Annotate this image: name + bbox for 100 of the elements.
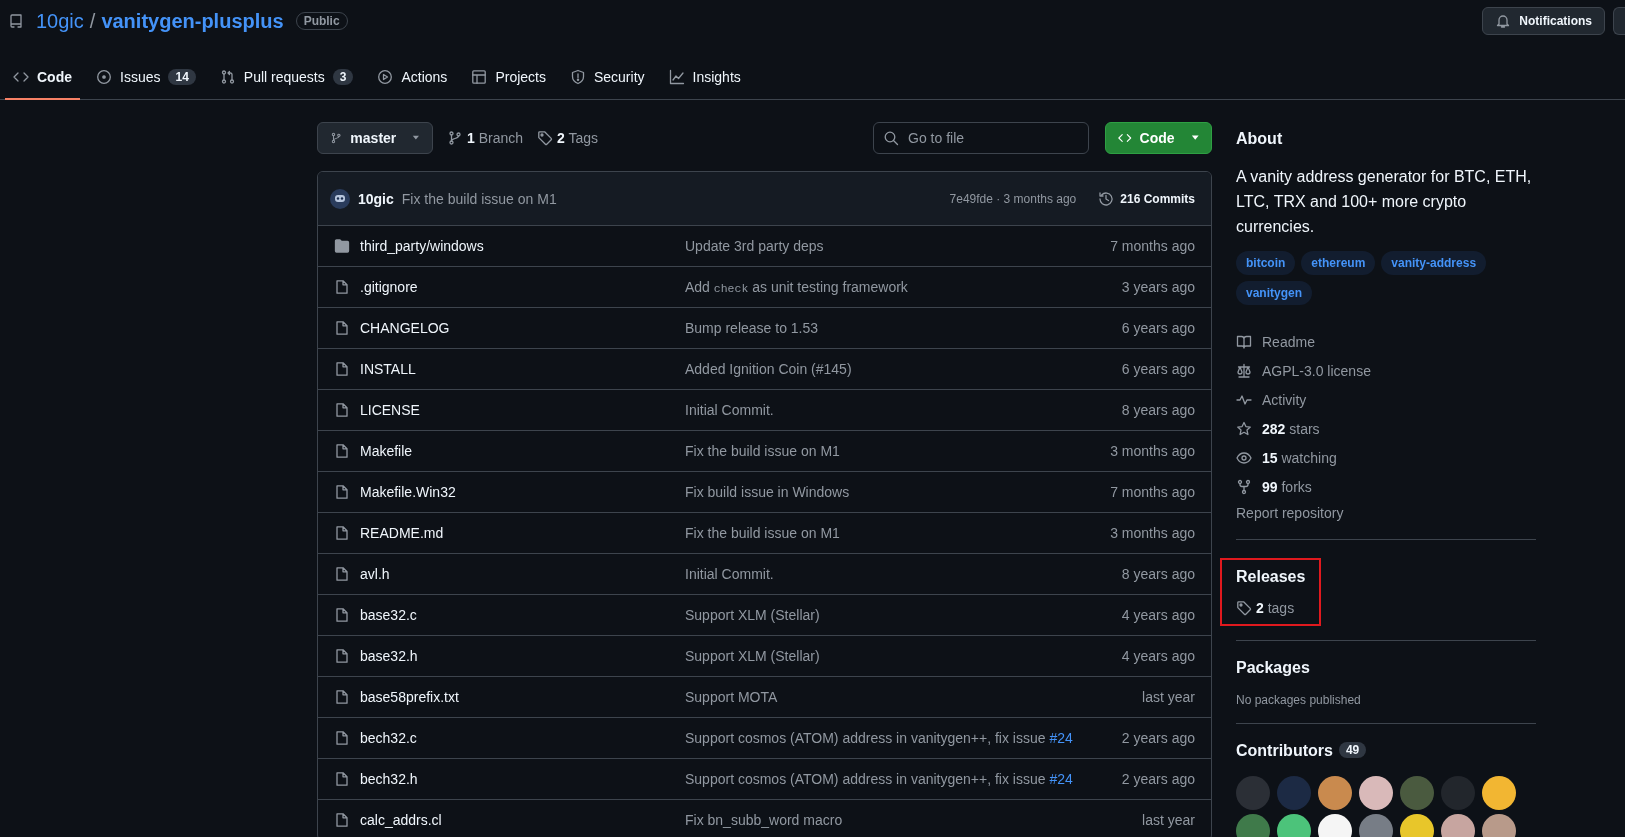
branches-link[interactable]: 1 Branch xyxy=(467,130,524,146)
commit-message[interactable]: Fix bn_subb_word macro xyxy=(685,812,1133,828)
tag-icon xyxy=(1236,600,1252,616)
file-icon xyxy=(334,402,350,418)
commit-age: 6 years ago xyxy=(1121,320,1195,336)
commit-age: 4 years ago xyxy=(1121,607,1195,623)
repo-icon xyxy=(8,13,24,29)
topic-tag[interactable]: bitcoin xyxy=(1236,251,1296,275)
releases-heading: Releases xyxy=(1236,568,1306,586)
commit-message[interactable]: Support MOTA xyxy=(685,689,1133,705)
caret-icon xyxy=(1190,135,1199,141)
notifications-button[interactable]: Notifications xyxy=(1482,7,1605,35)
file-name[interactable]: INSTALL xyxy=(360,361,675,377)
file-name[interactable]: third_party/windows xyxy=(360,238,675,254)
forks-link[interactable]: 99 forks xyxy=(1262,478,1312,495)
commit-age: 4 years ago xyxy=(1121,648,1195,664)
file-name[interactable]: Makefile.Win32 xyxy=(360,484,675,500)
commit-author[interactable]: 10gic xyxy=(358,190,394,207)
commit-message[interactable]: Initial Commit. xyxy=(685,402,1112,418)
search-icon xyxy=(883,130,899,146)
file-name[interactable]: Makefile xyxy=(360,443,675,459)
topic-tag[interactable]: vanitygen xyxy=(1236,281,1312,305)
search-field[interactable]: Go to file xyxy=(873,122,1089,154)
file-name[interactable]: .gitignore xyxy=(360,279,675,295)
code-button[interactable]: Code xyxy=(1105,122,1212,154)
topic-tag[interactable]: ethereum xyxy=(1301,251,1376,275)
commit-message[interactable]: Support cosmos (ATOM) address in vanitygen++, fix issue #24 xyxy=(685,771,1112,787)
file-icon xyxy=(334,730,350,746)
file-name[interactable]: bech32.h xyxy=(360,771,675,787)
nav-tab[interactable]: Projects xyxy=(463,56,554,100)
commit-message[interactable]: Support XLM (Stellar) xyxy=(685,648,1112,664)
readme-link[interactable]: Readme xyxy=(1262,333,1315,350)
issue-link[interactable]: #24 xyxy=(1049,771,1073,787)
file-name[interactable]: CHANGELOG xyxy=(360,320,675,336)
avatar[interactable] xyxy=(1318,776,1352,810)
topic-tag[interactable]: vanity-address xyxy=(1381,251,1487,275)
tags-link[interactable]: 2 Tags xyxy=(557,130,599,146)
file-icon xyxy=(334,525,350,541)
history-icon xyxy=(1098,190,1115,207)
nav-tab[interactable]: Code xyxy=(5,56,80,100)
owner-link[interactable]: 10gic xyxy=(36,9,84,33)
activity-link[interactable]: Activity xyxy=(1262,391,1307,408)
file-icon xyxy=(334,566,350,582)
nav-tab[interactable]: Issues 14 xyxy=(88,56,204,100)
branch-icon xyxy=(330,130,343,146)
book-icon xyxy=(1236,333,1252,350)
avatar[interactable] xyxy=(1482,776,1516,810)
file-name[interactable]: calc_addrs.cl xyxy=(360,812,675,828)
watchers-link[interactable]: 15 watching xyxy=(1262,449,1337,466)
nav-tab[interactable]: Actions xyxy=(369,56,456,100)
packages-heading: Packages xyxy=(1236,659,1311,677)
commits-link[interactable]: 216 Commits xyxy=(1098,190,1195,207)
commit-message[interactable]: Update 3rd party deps xyxy=(685,238,1101,254)
tab-icon xyxy=(569,69,586,85)
report-link[interactable]: Report repository xyxy=(1236,501,1536,525)
stars-link[interactable]: 282 stars xyxy=(1262,420,1320,437)
tags-link[interactable]: 2 tags xyxy=(1256,600,1295,616)
commit-message[interactable]: Fix the build issue on M1 xyxy=(401,190,557,207)
tab-icon xyxy=(668,69,685,85)
scale-icon xyxy=(1236,362,1252,379)
file-icon xyxy=(334,320,350,336)
branch-selector[interactable]: master xyxy=(317,122,433,154)
commit-message[interactable]: Added Ignition Coin (#145) xyxy=(685,361,1112,377)
nav-tab[interactable]: Insights xyxy=(660,56,749,100)
count-label: 49 xyxy=(1338,742,1367,758)
file-name[interactable]: avl.h xyxy=(360,566,675,582)
file-icon xyxy=(334,607,350,623)
commit-age: 8 years ago xyxy=(1121,402,1195,418)
commit-message[interactable]: Bump release to 1.53 xyxy=(685,320,1112,336)
avatar[interactable] xyxy=(1359,776,1393,810)
commit-message[interactable]: Fix the build issue on M1 xyxy=(685,443,1101,459)
file-name[interactable]: base32.h xyxy=(360,648,675,664)
commit-message[interactable]: Fix the build issue on M1 xyxy=(685,525,1101,541)
branch-icon xyxy=(447,130,463,146)
path-separator: / xyxy=(89,9,96,33)
nav-tab[interactable]: Security xyxy=(561,56,653,100)
commit-message[interactable]: Fix build issue in Windows xyxy=(685,484,1101,500)
issue-link[interactable]: #24 xyxy=(1049,730,1073,746)
avatar-icon xyxy=(330,188,350,209)
commit-meta: 7e49fde · 3 months ago xyxy=(949,191,1077,206)
file-icon xyxy=(334,771,350,787)
commit-message[interactable]: Support XLM (Stellar) xyxy=(685,607,1112,623)
commit-message[interactable]: Support cosmos (ATOM) address in vanitygen++, fix issue #24 xyxy=(685,730,1112,746)
nav-tab[interactable]: Pull requests 3 xyxy=(211,56,362,100)
commit-age: 7 months ago xyxy=(1110,484,1195,500)
license-link[interactable]: AGPL-3.0 license xyxy=(1262,362,1371,379)
file-icon xyxy=(334,812,350,828)
file-icon xyxy=(334,361,350,377)
commit-age: last year xyxy=(1142,689,1195,705)
commit-message[interactable]: Initial Commit. xyxy=(685,566,1112,582)
file-name[interactable]: README.md xyxy=(360,525,675,541)
file-name[interactable]: base58prefix.txt xyxy=(360,689,675,705)
file-name[interactable]: LICENSE xyxy=(360,402,675,418)
file-name[interactable]: bech32.c xyxy=(360,730,675,746)
repo-name-link[interactable]: vanitygen-plusplus xyxy=(101,9,284,33)
commit-message[interactable]: Add check as unit testing framework xyxy=(685,279,1112,295)
commit-age: 2 years ago xyxy=(1121,730,1195,746)
file-name[interactable]: base32.c xyxy=(360,607,675,623)
commit-age: 7 months ago xyxy=(1110,238,1195,254)
commit-age: 3 months ago xyxy=(1110,525,1195,541)
